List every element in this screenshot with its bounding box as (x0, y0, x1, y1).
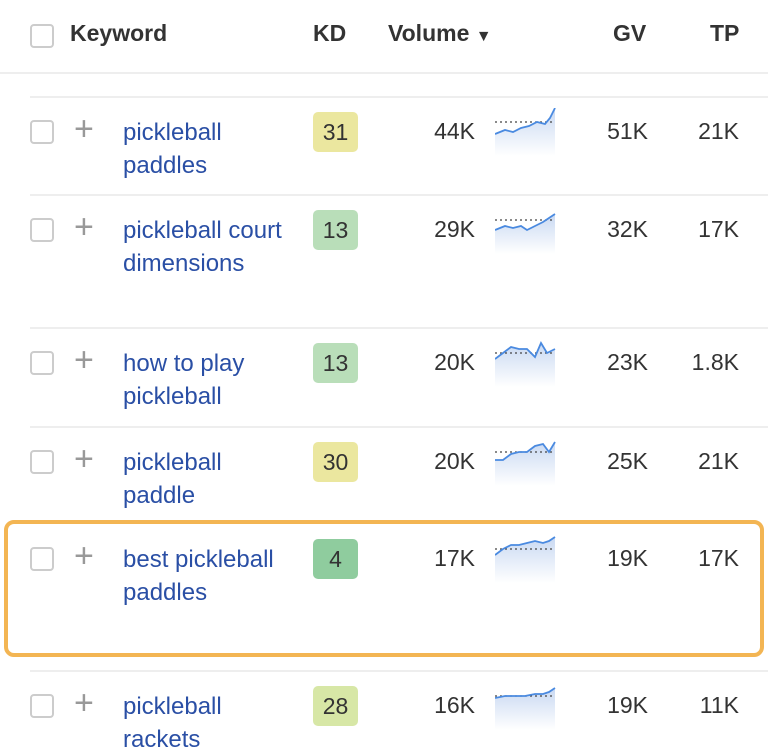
table-header: Keyword KD Volume ▼ GV TP (0, 0, 768, 74)
volume-value: 20K (434, 448, 475, 474)
select-all-checkbox[interactable] (30, 24, 54, 48)
row-checkbox[interactable] (30, 694, 54, 718)
volume-value: 20K (434, 349, 475, 375)
kd-badge: 13 (313, 343, 358, 383)
volume-trend-sparkline (495, 213, 556, 254)
column-volume[interactable]: Volume ▼ (388, 20, 492, 47)
row-checkbox[interactable] (30, 351, 54, 375)
keyword-link[interactable]: pickleball paddle (123, 446, 293, 512)
volume-value: 29K (434, 216, 475, 242)
volume-trend-sparkline (495, 441, 556, 486)
tp-value: 11K (699, 692, 739, 718)
row-checkbox[interactable] (30, 450, 54, 474)
sort-down-icon: ▼ (475, 28, 492, 45)
gv-value: 51K (607, 118, 648, 144)
volume-trend-sparkline (495, 341, 556, 387)
volume-value: 16K (434, 692, 475, 718)
sparkline-area (495, 688, 555, 730)
add-keyword-plus-icon[interactable]: + (74, 208, 94, 247)
gv-value: 25K (607, 448, 648, 474)
column-volume-label: Volume (388, 20, 470, 46)
table-row: + pickleball court dimensions 13 29K 32K… (30, 194, 768, 329)
tp-value: 21K (698, 448, 739, 474)
volume-trend-sparkline (495, 108, 556, 156)
column-tp[interactable]: TP (710, 20, 739, 47)
kd-badge: 28 (313, 686, 358, 726)
kd-badge: 13 (313, 210, 358, 250)
row-checkbox[interactable] (30, 120, 54, 144)
table-row: + pickleball paddles 31 44K 51K 21K (30, 96, 768, 196)
add-keyword-plus-icon[interactable]: + (74, 341, 94, 380)
table-row: + pickleball paddle 30 20K 25K 21K (30, 426, 768, 527)
column-keyword[interactable]: Keyword (70, 20, 167, 47)
gv-value: 23K (607, 349, 648, 375)
table-row: + pickleball rackets 28 16K 19K 11K (30, 670, 768, 753)
gv-value: 32K (607, 216, 648, 242)
sparkline-area (495, 108, 555, 156)
keyword-link[interactable]: pickleball rackets (123, 690, 293, 756)
gv-value: 19K (607, 692, 648, 718)
kd-badge: 30 (313, 442, 358, 482)
tp-value: 1.8K (691, 349, 739, 375)
volume-trend-sparkline (495, 687, 556, 730)
add-keyword-plus-icon[interactable]: + (74, 684, 94, 723)
keyword-link[interactable]: pickleball court dimensions (123, 214, 293, 280)
column-kd[interactable]: KD (313, 20, 346, 47)
highlight-box (4, 520, 764, 657)
table-row: + how to play pickleball 13 20K 23K 1.8K (30, 327, 768, 428)
tp-value: 17K (698, 216, 739, 242)
volume-value: 44K (434, 118, 475, 144)
keyword-link[interactable]: how to play pickleball (123, 347, 293, 413)
column-gv[interactable]: GV (613, 20, 646, 47)
tp-value: 21K (698, 118, 739, 144)
row-checkbox[interactable] (30, 218, 54, 242)
add-keyword-plus-icon[interactable]: + (74, 440, 94, 479)
kd-badge: 31 (313, 112, 358, 152)
keyword-link[interactable]: pickleball paddles (123, 116, 293, 182)
add-keyword-plus-icon[interactable]: + (74, 110, 94, 149)
